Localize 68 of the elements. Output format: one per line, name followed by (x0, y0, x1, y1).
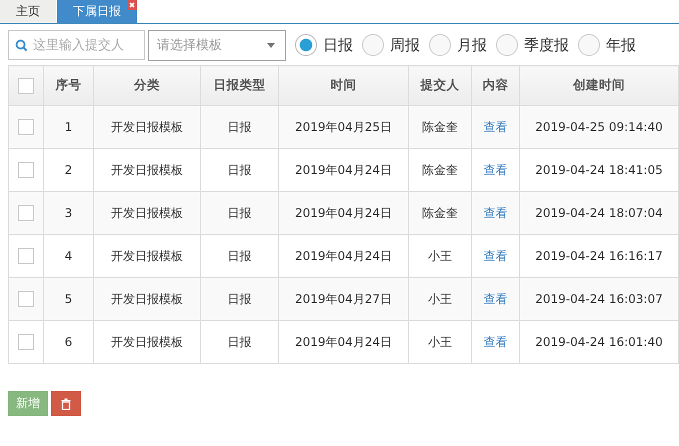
table-cell: 开发日报模板 (94, 278, 200, 320)
table-cell: 2019-04-24 16:03:07 (520, 278, 678, 320)
report-type-radio[interactable]: 年报 (578, 34, 636, 56)
table-cell: 小王 (408, 278, 472, 320)
table-cell: 2019-04-24 18:07:04 (520, 192, 678, 234)
table-cell: 日报 (200, 192, 278, 234)
radio-label: 月报 (457, 36, 487, 54)
row-checkbox[interactable] (18, 334, 34, 350)
radio-label: 年报 (606, 36, 636, 54)
table-cell: 开发日报模板 (94, 192, 200, 234)
tab[interactable]: 主页 (0, 0, 56, 23)
row-checkbox[interactable] (18, 162, 34, 178)
select-all-checkbox[interactable] (18, 78, 34, 94)
table-cell: 开发日报模板 (94, 106, 200, 148)
table-cell: 2019年04月24日 (278, 320, 408, 364)
row-checkbox[interactable] (18, 291, 34, 307)
table-cell: 日报 (200, 106, 278, 148)
radio-label: 季度报 (524, 36, 569, 54)
table-cell: 2019-04-25 09:14:40 (520, 106, 678, 148)
view-link[interactable]: 查看 (484, 162, 508, 176)
table-cell: 2019年04月27日 (278, 278, 408, 320)
table-cell: 2019年04月25日 (278, 106, 408, 148)
column-header: 内容 (472, 66, 520, 106)
table-cell: 日报 (200, 320, 278, 364)
row-checkbox[interactable] (18, 205, 34, 221)
radio-label: 日报 (323, 36, 353, 54)
table-cell: 陈金奎 (408, 192, 472, 234)
table-cell: 小王 (408, 320, 472, 364)
add-button[interactable]: 新增 (8, 391, 48, 416)
radio-button[interactable] (429, 34, 451, 56)
column-header: 时间 (278, 66, 408, 106)
radio-button[interactable] (578, 34, 600, 56)
table-cell: 1 (44, 106, 94, 148)
radio-button[interactable] (362, 34, 384, 56)
table-cell: 日报 (200, 278, 278, 320)
radio-button[interactable] (496, 34, 518, 56)
radio-button[interactable] (295, 34, 317, 56)
view-link[interactable]: 查看 (484, 206, 508, 220)
table-cell: 2019年04月24日 (278, 192, 408, 234)
close-icon[interactable] (127, 0, 137, 10)
table-cell: 陈金奎 (408, 106, 472, 148)
report-type-radio[interactable]: 季度报 (496, 34, 569, 56)
caret-icon (267, 42, 275, 48)
delete-button[interactable] (51, 391, 81, 416)
tab[interactable]: 下属日报 (57, 0, 137, 23)
column-header: 序号 (44, 66, 94, 106)
view-link[interactable]: 查看 (484, 334, 508, 348)
column-header: 日报类型 (200, 66, 278, 106)
column-header: 提交人 (408, 66, 472, 106)
radio-label: 周报 (390, 36, 420, 54)
column-header: 分类 (94, 66, 200, 106)
table-cell: 开发日报模板 (94, 320, 200, 364)
view-link[interactable]: 查看 (484, 120, 508, 134)
row-checkbox[interactable] (18, 119, 34, 135)
template-dropdown[interactable]: 请选择模板 (148, 30, 286, 60)
column-header: 创建时间 (520, 66, 678, 106)
view-link[interactable]: 查看 (484, 248, 508, 262)
table-cell: 2019-04-24 16:01:40 (520, 320, 678, 364)
table-cell: 6 (44, 320, 94, 364)
report-type-radio[interactable]: 月报 (429, 34, 487, 56)
view-link[interactable]: 查看 (484, 292, 508, 306)
table-cell: 3 (44, 192, 94, 234)
report-type-radio[interactable]: 日报 (295, 34, 353, 56)
trash-icon (61, 398, 71, 410)
table-cell: 5 (44, 278, 94, 320)
row-checkbox[interactable] (18, 248, 34, 264)
report-type-radio[interactable]: 周报 (362, 34, 420, 56)
search-field[interactable]: 这里输入提交人 (8, 30, 145, 60)
